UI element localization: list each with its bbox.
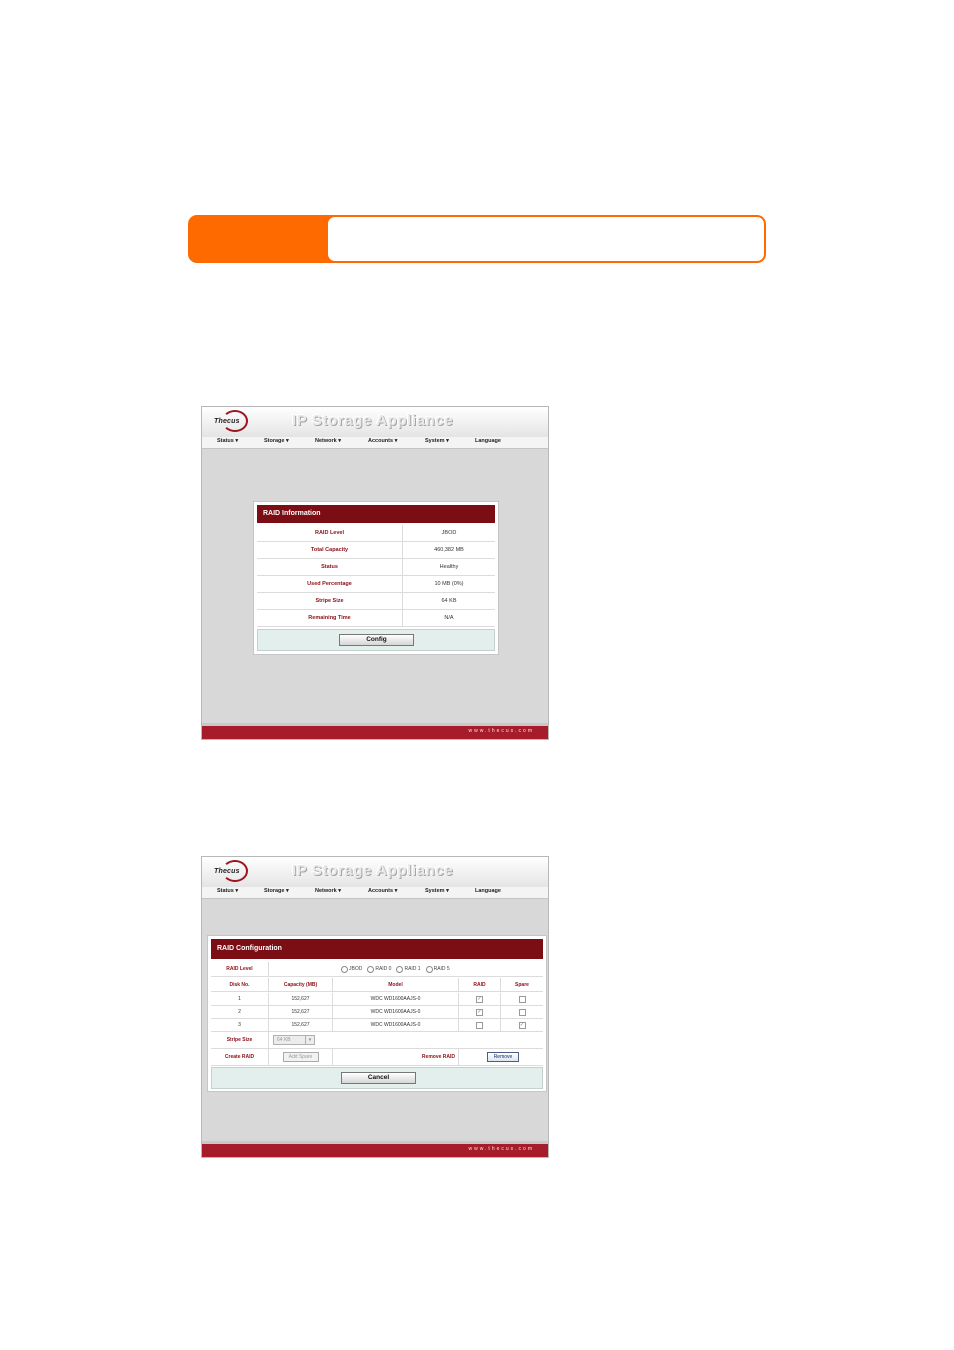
raid-checkbox[interactable]: ✓ [476,1008,483,1016]
menu-status[interactable]: Status ▾ [217,888,238,894]
button-bar: Config [257,629,495,651]
table-row: 3 152,627 WDC WD1600AAJS-0 ✓ [211,1019,543,1032]
col-disk-no: Disk No. [211,978,269,991]
menu-network[interactable]: Network ▾ [315,888,341,894]
chevron-down-icon: ▾ [305,1036,314,1044]
menu-storage[interactable]: Storage ▾ [264,438,289,444]
menu-system[interactable]: System ▾ [425,888,449,894]
app-header: Thecus IP Storage Appliance [202,407,548,440]
disk-table-header: Disk No. Capacity (MB) Model RAID Spare [211,978,543,992]
menu-language[interactable]: Language [475,438,501,444]
raid-level-row: RAID Level JBOD RAID 0 RAID 1 RAID 5 [211,962,543,977]
table-row: 1 152,627 WDC WD1600AAJS-0 ✓ [211,993,543,1006]
radio-jbod[interactable] [341,965,348,973]
radio-raid0[interactable] [367,965,375,973]
info-row-total-capacity: Total Capacity 460,382 MB [257,542,495,559]
app-title: IP Storage Appliance [292,862,454,879]
menu-bar: Status ▾ Storage ▾ Network ▾ Accounts ▾ … [202,887,548,899]
menu-bar: Status ▾ Storage ▾ Network ▾ Accounts ▾ … [202,437,548,449]
footer-url[interactable]: www.thecus.com [468,1146,534,1152]
config-button[interactable]: Config [339,634,414,646]
create-remove-row: Create RAID Add Spare Remove RAID Remove [211,1049,543,1066]
col-raid: RAID [459,978,501,991]
spare-checkbox[interactable] [518,1008,526,1016]
section-header-box [326,215,766,263]
menu-storage[interactable]: Storage ▾ [264,888,289,894]
remove-raid-label: Remove RAID [333,1049,459,1065]
info-row-used-percentage: Used Percentage 10 MB (0%) [257,576,495,593]
info-row-status: Status Healthy [257,559,495,576]
stripe-size-row: Stripe Size 64 KB ▾ [211,1032,543,1049]
radio-raid1[interactable] [396,965,404,973]
spare-checkbox[interactable]: ✓ [518,1021,526,1029]
button-bar: Cancel [211,1067,543,1089]
app-title: IP Storage Appliance [292,412,454,429]
menu-status[interactable]: Status ▾ [217,438,238,444]
stripe-size-select[interactable]: 64 KB ▾ [273,1035,315,1045]
menu-accounts[interactable]: Accounts ▾ [368,438,397,444]
raid-checkbox[interactable]: ✓ [476,995,483,1003]
radio-raid5[interactable] [425,965,433,973]
app-header: Thecus IP Storage Appliance [202,857,548,890]
spare-checkbox[interactable] [518,995,526,1003]
raid-configuration-screenshot: Thecus IP Storage Appliance Status ▾ Sto… [201,856,549,1158]
footer-url[interactable]: www.thecus.com [468,728,534,734]
raid-information-panel: RAID Information RAID Level JBOD Total C… [253,501,499,655]
raid-configuration-panel: RAID Configuration RAID Level JBOD RAID … [207,935,547,1092]
menu-language[interactable]: Language [475,888,501,894]
raid-information-screenshot: Thecus IP Storage Appliance Status ▾ Sto… [201,406,549,740]
raid-level-options: JBOD RAID 0 RAID 1 RAID 5 [269,962,543,976]
menu-accounts[interactable]: Accounts ▾ [368,888,397,894]
raid-level-label: RAID Level [211,962,269,976]
raid-checkbox[interactable] [476,1021,483,1029]
create-raid-label: Create RAID [211,1049,269,1065]
cancel-button[interactable]: Cancel [341,1072,416,1084]
stripe-size-label: Stripe Size [211,1032,269,1048]
app-footer: www.thecus.com [202,1141,548,1157]
panel-title: RAID Information [257,505,495,523]
col-spare: Spare [515,981,529,988]
add-spare-button[interactable]: Add Spare [282,1052,319,1062]
section-tab [188,215,338,263]
table-row: 2 152,627 WDC WD1600AAJS-0 ✓ [211,1006,543,1019]
thecus-logo: Thecus [212,409,252,435]
col-capacity: Capacity (MB) [269,978,333,991]
info-row-remaining-time: Remaining Time N/A [257,610,495,627]
remove-button[interactable]: Remove [487,1052,519,1062]
app-footer: www.thecus.com [202,723,548,739]
menu-network[interactable]: Network ▾ [315,438,341,444]
info-row-stripe-size: Stripe Size 64 KB [257,593,495,610]
info-row-raid-level: RAID Level JBOD [257,525,495,542]
thecus-logo: Thecus [212,859,252,885]
menu-system[interactable]: System ▾ [425,438,449,444]
panel-title: RAID Configuration [211,939,543,959]
col-model: Model [333,978,459,991]
